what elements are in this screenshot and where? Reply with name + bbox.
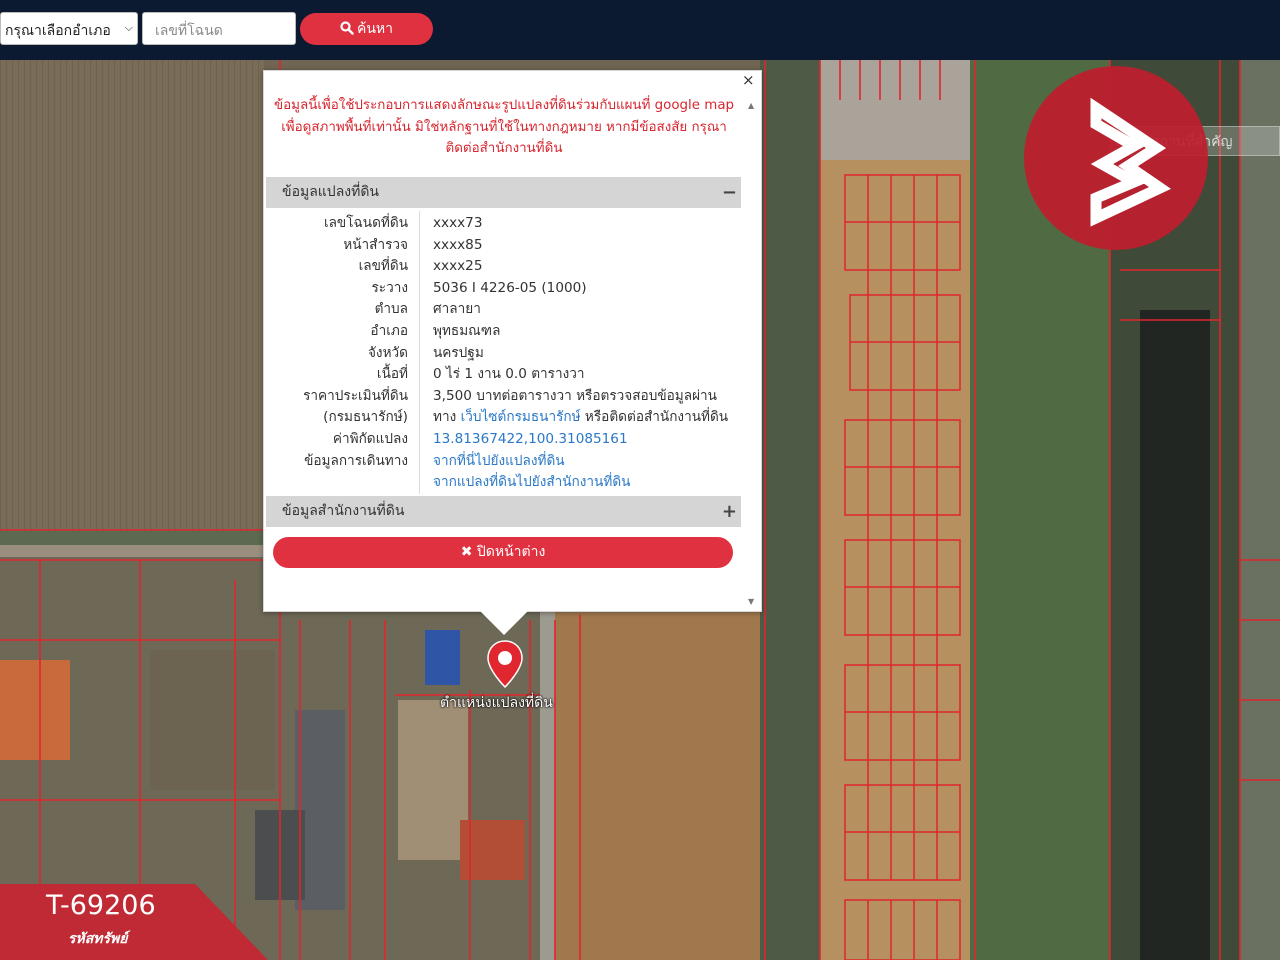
disclaimer-line: เพื่อดูสภาพพื้นที่เท่านั้น มิใช่หลักฐานท… [281, 119, 727, 135]
district-select[interactable]: กรุณาเลือกอำเภอ ⌵ [0, 12, 138, 45]
row-value: xxxx25 [433, 258, 483, 275]
treasury-website-link[interactable]: เว็บไซต์กรมธนารักษ์ [461, 409, 581, 425]
table-row: (กรมธนารักษ์) ทาง เว็บไซต์กรมธนารักษ์ หรื… [266, 407, 741, 429]
row-label: ตำบล [374, 301, 408, 318]
popup-pointer [478, 609, 530, 635]
table-row: ระวาง 5036 I 4226-05 (1000) [266, 278, 741, 300]
deed-number-input[interactable]: เลขที่โฉนด [142, 12, 296, 45]
disclaimer-notice: ข้อมูลนี้เพื่อใช้ประกอบการแสดงลักษณะรูปแ… [264, 95, 744, 160]
disclaimer-line: ติดต่อสำนักงานที่ดิน [445, 141, 563, 156]
top-search-bar: กรุณาเลือกอำเภอ ⌵ เลขที่โฉนด ค้นหา [0, 0, 1280, 60]
disclaimer-line: ข้อมูลนี้เพื่อใช้ประกอบการแสดงลักษณะรูปแ… [273, 98, 735, 113]
location-pin-icon[interactable] [487, 640, 523, 688]
section-title: ข้อมูลสำนักงานที่ดิน [282, 503, 405, 519]
table-row: จากแปลงที่ดินไปยังสำนักงานที่ดิน [266, 472, 741, 494]
district-select-value: กรุณาเลือกอำเภอ [5, 23, 111, 39]
collapse-icon[interactable]: − [722, 177, 737, 208]
search-icon [340, 21, 354, 35]
table-row: เนื้อที่ 0 ไร่ 1 งาน 0.0 ตารางวา [266, 364, 741, 386]
price-suffix: หรือติดต่อสำนักงานที่ดิน [584, 409, 729, 426]
table-row: ค่าพิกัดแปลง 13.81367422,100.31085161 [266, 429, 741, 451]
chevron-down-icon: ⌵ [124, 21, 133, 34]
table-row: อำเภอ พุทธมณฑล [266, 321, 741, 343]
row-value: ทาง เว็บไซต์กรมธนารักษ์ หรือติดต่อสำนักง… [433, 407, 728, 429]
search-button[interactable]: ค้นหา [300, 13, 433, 45]
scroll-down-arrow-icon[interactable]: ▼ [748, 597, 754, 606]
table-row: หน้าสำรวจ xxxx85 [266, 235, 741, 257]
row-label: ระวาง [371, 279, 408, 296]
row-value: พุทธมณฑล [433, 323, 501, 339]
parcel-info-popup: × ▲ ข้อมูลนี้เพื่อใช้ประกอบการแสดงลักษณะ… [263, 70, 762, 612]
row-label: ราคาประเมินที่ดิน [303, 387, 408, 404]
close-window-button[interactable]: ✖ ปิดหน้าต่าง [273, 537, 733, 568]
row-value: xxxx73 [433, 215, 483, 231]
row-label: (กรมธนารักษ์) [323, 409, 408, 426]
close-x-icon: ✖ [460, 544, 473, 560]
table-row: ตำบล ศาลายา [266, 299, 741, 321]
row-label: เลขโฉนดที่ดิน [323, 215, 408, 231]
row-label: ค่าพิกัดแปลง [332, 431, 408, 447]
row-value: 3,500 บาทต่อตารางวา หรือตรวจสอบข้อมูลผ่า… [433, 387, 717, 404]
row-label: เลขที่ดิน [358, 258, 408, 275]
row-value: 0 ไร่ 1 งาน 0.0 ตารางวา [433, 366, 585, 383]
land-office-section-header[interactable]: ข้อมูลสำนักงานที่ดิน + [266, 496, 741, 527]
table-row: เลขที่ดิน xxxx25 [266, 256, 741, 278]
search-button-label: ค้นหา [356, 21, 394, 37]
property-code: T-69206 [46, 890, 156, 921]
row-label: ข้อมูลการเดินทาง [304, 452, 408, 469]
expand-icon[interactable]: + [722, 496, 737, 527]
row-value: 5036 I 4226-05 (1000) [433, 279, 587, 296]
row-label: อำเภอ [370, 323, 408, 339]
row-label: หน้าสำรวจ [343, 236, 408, 253]
table-row: จังหวัด นครปฐม [266, 343, 741, 365]
close-button-label: ปิดหน้าต่าง [476, 544, 546, 560]
directions-to-parcel-link[interactable]: จากที่นี่ไปยังแปลงที่ดิน [433, 451, 565, 473]
parcel-info-section-header[interactable]: ข้อมูลแปลงที่ดิน − [266, 177, 741, 208]
property-code-label: รหัสทรัพย์ [68, 931, 128, 947]
directions-to-office-link[interactable]: จากแปลงที่ดินไปยังสำนักงานที่ดิน [433, 472, 630, 494]
brand-logo [1024, 66, 1208, 250]
section-title: ข้อมูลแปลงที่ดิน [282, 184, 380, 200]
table-row: ข้อมูลการเดินทาง จากที่นี่ไปยังแปลงที่ดิน [266, 451, 741, 473]
price-prefix: ทาง [433, 409, 457, 426]
row-label: เนื้อที่ [376, 366, 408, 383]
close-icon[interactable]: × [742, 71, 755, 89]
row-value: ศาลายา [433, 301, 481, 318]
scroll-up-arrow-icon[interactable]: ▲ [748, 101, 754, 110]
row-value: xxxx85 [433, 236, 483, 253]
coordinates-link[interactable]: 13.81367422,100.31085161 [433, 429, 628, 451]
table-row: ราคาประเมินที่ดิน 3,500 บาทต่อตารางวา หรื… [266, 386, 741, 408]
row-value: นครปฐม [433, 344, 484, 361]
marker-label: ตำแหน่งแปลงที่ดิน [440, 695, 553, 711]
table-row: เลขโฉนดที่ดิน xxxx73 [266, 213, 741, 235]
row-label: จังหวัด [367, 344, 408, 361]
